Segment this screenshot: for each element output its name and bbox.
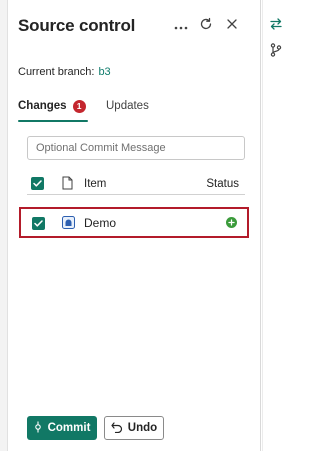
add-circle-icon (226, 217, 237, 228)
row-checkbox[interactable] (32, 217, 45, 230)
column-header-status[interactable]: Status (206, 178, 239, 190)
close-button[interactable] (223, 17, 241, 35)
list-item[interactable]: Demo (19, 207, 249, 238)
commit-icon (34, 421, 42, 436)
tab-changes-label: Changes (18, 100, 67, 112)
undo-label: Undo (127, 422, 158, 434)
column-header-item[interactable]: Item (84, 178, 106, 190)
document-icon (62, 176, 73, 195)
tab-list: Changes 1 Updates (18, 92, 248, 122)
commit-message-input[interactable] (27, 136, 245, 160)
current-branch: Current branch: b3 (18, 66, 111, 78)
changes-count-badge: 1 (72, 99, 86, 113)
changes-list-header: Item Status (27, 173, 245, 195)
rail-source-control-button[interactable] (267, 17, 285, 35)
refresh-button[interactable] (197, 17, 215, 35)
source-control-icon (269, 17, 283, 36)
report-icon (62, 216, 75, 229)
tab-updates-label: Updates (106, 100, 149, 112)
rail-branch-button[interactable] (267, 42, 285, 62)
tab-changes[interactable]: Changes 1 (18, 92, 94, 122)
commit-button[interactable]: Commit (27, 416, 97, 440)
undo-icon (111, 421, 123, 436)
right-rail (262, 0, 287, 451)
panel-header: Source control (18, 14, 248, 40)
branch-name[interactable]: b3 (98, 66, 110, 78)
tab-updates[interactable]: Updates (106, 92, 149, 120)
commit-label: Commit (47, 422, 91, 434)
branch-icon (270, 42, 282, 62)
background-edge (0, 0, 8, 451)
undo-button[interactable]: Undo (104, 416, 164, 440)
panel-title: Source control (18, 16, 136, 35)
refresh-icon (199, 17, 213, 36)
active-tab-indicator (18, 120, 88, 122)
item-name: Demo (84, 216, 117, 230)
select-all-checkbox[interactable] (31, 177, 44, 190)
branch-label: Current branch: (18, 66, 95, 78)
close-icon (226, 17, 238, 35)
more-options-button[interactable] (172, 17, 190, 35)
more-horizontal-icon (174, 17, 188, 35)
